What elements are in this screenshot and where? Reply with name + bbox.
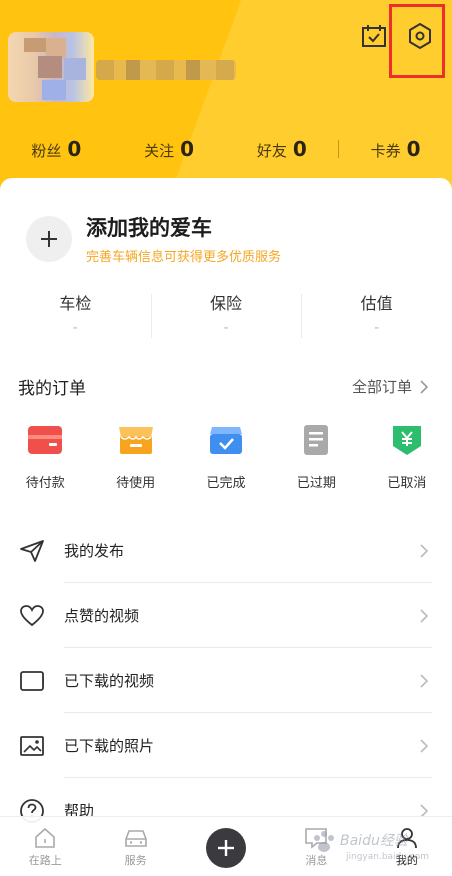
chevron-right-icon xyxy=(420,379,428,394)
watermark-text: Baidu经验 xyxy=(340,833,408,849)
stat-following[interactable]: 关注 0 xyxy=(113,137,226,161)
menu-list: 我的发布 点赞的视频 已下载的视频 已下载的照片 帮助 xyxy=(0,518,452,843)
car-stat-value: - xyxy=(72,320,78,336)
document-icon xyxy=(298,424,334,456)
stat-friends[interactable]: 好友 0 xyxy=(226,137,339,161)
tab-service[interactable]: 服务 xyxy=(90,817,180,876)
all-orders-label: 全部订单 xyxy=(351,378,412,396)
stat-value: 0 xyxy=(406,137,421,161)
box-check-icon xyxy=(208,424,244,456)
stat-value: 0 xyxy=(180,137,195,161)
home-icon xyxy=(35,827,56,848)
order-status-row: 待付款 待使用 已完成 已过期 已取消 xyxy=(0,424,452,491)
add-car-subtitle: 完善车辆信息可获得更多优质服务 xyxy=(86,250,282,265)
car-stat-insurance[interactable]: 保险 - xyxy=(150,286,302,338)
car-stat-value: - xyxy=(374,320,380,336)
car-stats: 车检 - 保险 - 估值 - xyxy=(0,286,452,338)
car-stat-value: - xyxy=(223,320,229,336)
plus-icon xyxy=(218,839,235,856)
order-label: 已取消 xyxy=(387,476,427,491)
chevron-right-icon xyxy=(420,673,428,688)
stat-fans[interactable]: 粉丝 0 xyxy=(0,137,113,161)
menu-my-posts[interactable]: 我的发布 xyxy=(0,518,452,583)
order-expired[interactable]: 已过期 xyxy=(271,424,361,491)
order-label: 待付款 xyxy=(25,476,65,491)
social-stats: 粉丝 0 关注 0 好友 0 卡券 0 xyxy=(0,132,452,166)
menu-label: 我的发布 xyxy=(64,542,125,560)
video-icon xyxy=(18,667,46,695)
calendar-check-icon[interactable] xyxy=(358,20,390,52)
stat-coupons[interactable]: 卡券 0 xyxy=(339,137,452,161)
wallet-icon xyxy=(27,424,63,456)
settings-highlight-box xyxy=(389,4,445,78)
order-completed[interactable]: 已完成 xyxy=(181,424,271,491)
order-cancelled[interactable]: 已取消 xyxy=(362,424,452,491)
menu-liked-videos[interactable]: 点赞的视频 xyxy=(0,583,452,648)
stat-label: 卡券 xyxy=(370,142,401,160)
add-car-button[interactable] xyxy=(26,215,72,262)
tab-label: 服务 xyxy=(124,854,147,867)
shop-icon xyxy=(118,424,154,456)
add-car-section[interactable]: 添加我的爱车 完善车辆信息可获得更多优质服务 xyxy=(26,212,281,265)
stat-label: 好友 xyxy=(256,142,287,160)
watermark-url: jingyan.baidu.com xyxy=(346,852,430,862)
yuan-shield-icon xyxy=(389,424,425,456)
tab-add[interactable] xyxy=(181,817,271,876)
car-stat-valuation[interactable]: 估值 - xyxy=(301,286,452,338)
tab-on-the-road[interactable]: 在路上 xyxy=(0,817,90,876)
car-stat-label: 保险 xyxy=(210,294,243,313)
all-orders-link[interactable]: 全部订单 xyxy=(352,376,428,397)
order-label: 已过期 xyxy=(296,476,336,491)
orders-title: 我的订单 xyxy=(18,379,86,399)
chevron-right-icon xyxy=(420,608,428,623)
stat-label: 关注 xyxy=(144,142,175,160)
main-card: 添加我的爱车 完善车辆信息可获得更多优质服务 车检 - 保险 - 估值 - 我的… xyxy=(0,178,452,518)
menu-label: 已下载的照片 xyxy=(64,737,155,755)
add-car-title: 添加我的爱车 xyxy=(86,216,212,240)
menu-label: 点赞的视频 xyxy=(64,607,140,625)
heart-icon xyxy=(18,602,46,630)
car-icon xyxy=(124,830,147,847)
order-pending-payment[interactable]: 待付款 xyxy=(0,424,90,491)
stat-value: 0 xyxy=(67,137,82,161)
order-label: 待使用 xyxy=(116,476,156,491)
order-label: 已完成 xyxy=(206,476,246,491)
tab-label: 在路上 xyxy=(28,854,62,867)
username-blurred xyxy=(96,60,236,80)
menu-label: 已下载的视频 xyxy=(64,672,155,690)
chevron-right-icon xyxy=(420,543,428,558)
avatar[interactable] xyxy=(8,32,94,102)
menu-downloaded-photos[interactable]: 已下载的照片 xyxy=(0,713,452,778)
car-stat-inspection[interactable]: 车检 - xyxy=(0,286,151,336)
stat-label: 粉丝 xyxy=(31,142,62,160)
order-to-use[interactable]: 待使用 xyxy=(90,424,180,491)
send-icon xyxy=(18,537,46,565)
car-stat-label: 车检 xyxy=(59,294,92,313)
menu-downloaded-videos[interactable]: 已下载的视频 xyxy=(0,648,452,713)
car-stat-label: 估值 xyxy=(360,294,393,313)
paw-icon xyxy=(314,831,334,852)
add-button[interactable] xyxy=(206,827,247,868)
plus-icon xyxy=(41,230,57,247)
stat-value: 0 xyxy=(292,137,307,161)
chevron-right-icon xyxy=(420,738,428,753)
photo-icon xyxy=(18,732,46,760)
baidu-jingyan-watermark: Baidu经验 jingyan.baidu.com xyxy=(310,820,450,872)
profile-header: 粉丝 0 关注 0 好友 0 卡券 0 xyxy=(0,0,452,200)
